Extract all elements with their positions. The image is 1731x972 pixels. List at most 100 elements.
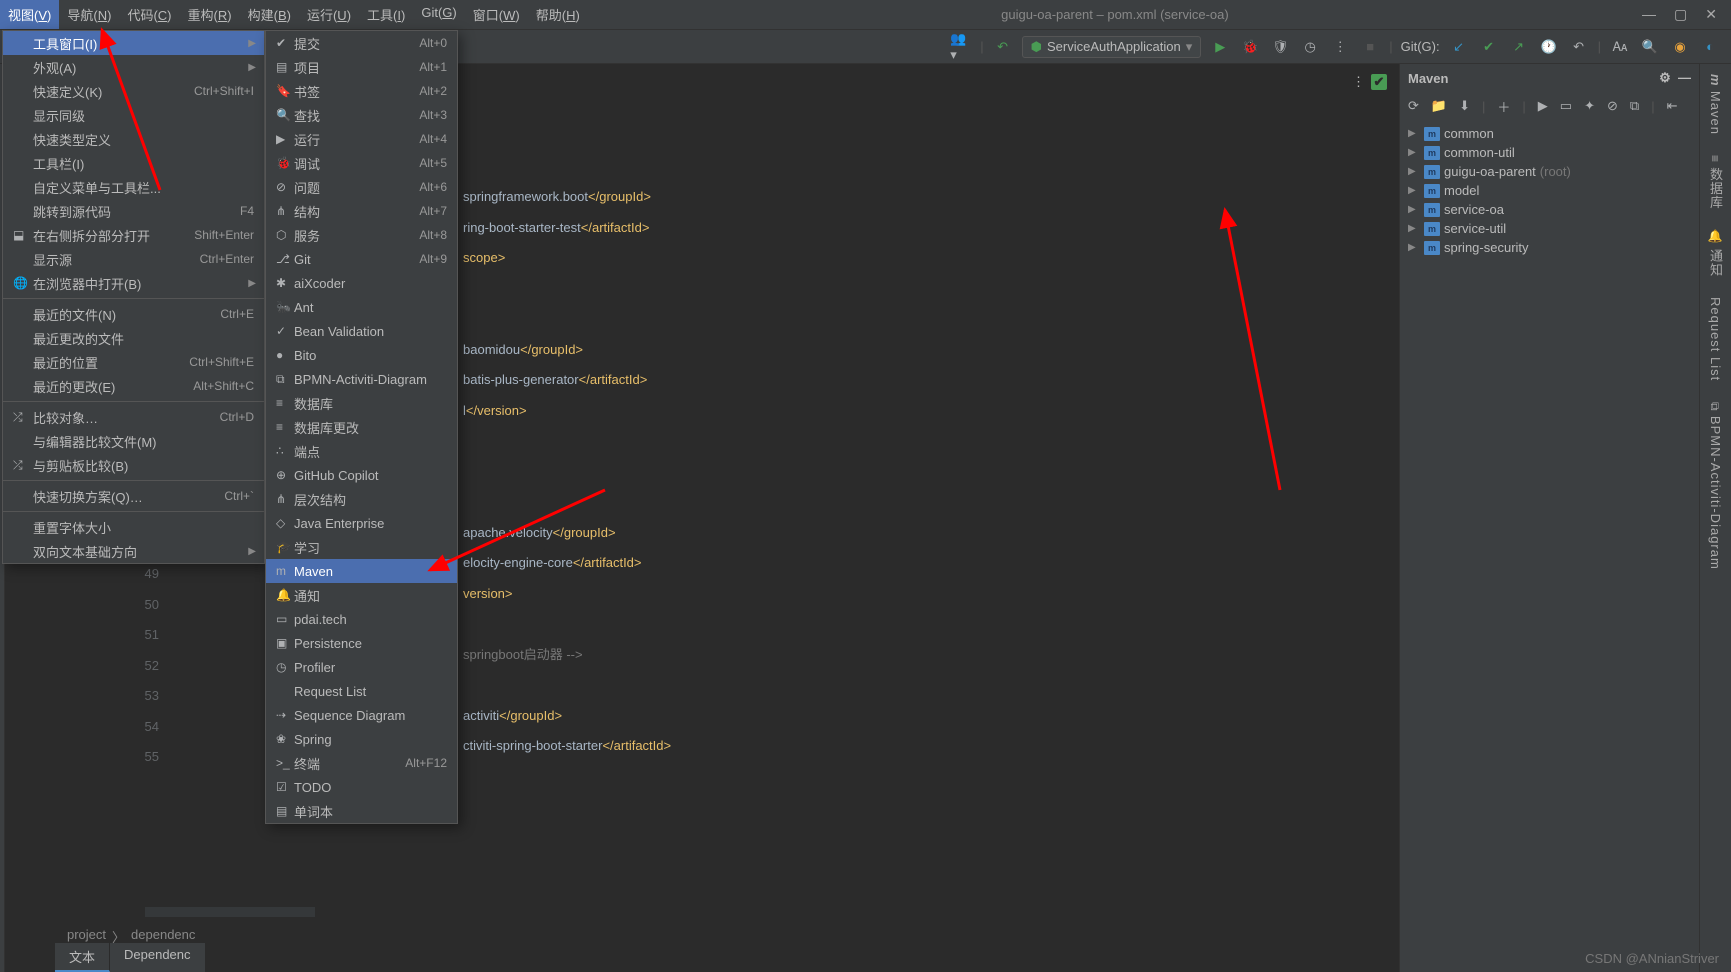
menu-item[interactable]: ⇢Sequence Diagram	[266, 703, 457, 727]
menu-item[interactable]: 快速定义(K)Ctrl+Shift+I	[3, 79, 264, 103]
menu-item[interactable]: 运行(U)	[299, 0, 359, 29]
menu-item[interactable]: Request List	[266, 679, 457, 703]
generate-icon[interactable]: 📁	[1431, 98, 1447, 114]
hide-icon[interactable]: —	[1678, 70, 1691, 85]
menu-item[interactable]: ☑TODO	[266, 775, 457, 799]
menu-item[interactable]: 快速切换方案(Q)…Ctrl+`	[3, 484, 264, 508]
menu-item[interactable]: 🐞调试Alt+5	[266, 151, 457, 175]
run-config-dropdown[interactable]: ⬢ ServiceAuthApplication ▾	[1022, 36, 1202, 58]
menu-item[interactable]: ◷Profiler	[266, 655, 457, 679]
menu-item[interactable]: ⧉BPMN-Activiti-Diagram	[266, 367, 457, 391]
maven-module[interactable]: ▶mservice-oa	[1400, 200, 1699, 219]
close-icon[interactable]: ✕	[1705, 6, 1717, 23]
menu-item[interactable]: 最近的文件(N)Ctrl+E	[3, 302, 264, 326]
menu-item[interactable]: ▤项目Alt+1	[266, 55, 457, 79]
menu-item[interactable]: 与编辑器比较文件(M)	[3, 429, 264, 453]
menu-item[interactable]: Git(G)	[413, 0, 464, 29]
menu-item[interactable]: ⊕GitHub Copilot	[266, 463, 457, 487]
menu-item[interactable]: ⋔结构Alt+7	[266, 199, 457, 223]
menu-item[interactable]: >_终端Alt+F12	[266, 751, 457, 775]
menu-item[interactable]: 代码(C)	[119, 0, 179, 29]
menu-item[interactable]: 🌐在浏览器中打开(B)▶	[3, 271, 264, 295]
h-scrollbar[interactable]	[145, 907, 315, 917]
show-deps-icon[interactable]: ⧉	[1630, 98, 1639, 114]
menu-item[interactable]: ❀Spring	[266, 727, 457, 751]
copilot-icon[interactable]: ◉	[1669, 36, 1691, 58]
menu-item[interactable]: ⎇GitAlt+9	[266, 247, 457, 271]
menu-item[interactable]: ⊘问题Alt+6	[266, 175, 457, 199]
tab-text[interactable]: 文本	[55, 943, 110, 972]
stop-icon[interactable]: ■	[1359, 36, 1381, 58]
menu-item[interactable]: ≡数据库	[266, 391, 457, 415]
maven-module[interactable]: ▶mmodel	[1400, 181, 1699, 200]
push-icon[interactable]: ↗	[1508, 36, 1530, 58]
skip-tests-icon[interactable]: ⊘	[1607, 98, 1618, 114]
coverage-icon[interactable]: 🛡	[1269, 36, 1291, 58]
menu-item[interactable]: 工具栏(I)	[3, 151, 264, 175]
inspection-widget[interactable]: ⋮ ✔	[1352, 74, 1387, 90]
right-tab-requestlist[interactable]: Request List	[1708, 297, 1723, 381]
menu-item[interactable]: ✔提交Alt+0	[266, 31, 457, 55]
maven-module[interactable]: ▶mservice-util	[1400, 219, 1699, 238]
avatar-icon[interactable]: ◐	[1699, 36, 1721, 58]
dots-icon[interactable]: ⋮	[1329, 36, 1351, 58]
right-tab-notification[interactable]: 🔔 通知	[1706, 229, 1725, 277]
maven-module[interactable]: ▶mcommon-util	[1400, 143, 1699, 162]
menu-item[interactable]: ✱aiXcoder	[266, 271, 457, 295]
menu-item[interactable]: 跳转到源代码F4	[3, 199, 264, 223]
back-arrow-icon[interactable]: ↶	[992, 36, 1014, 58]
menu-item[interactable]: ◇Java Enterprise	[266, 511, 457, 535]
menu-item[interactable]: 自定义菜单与工具栏...	[3, 175, 264, 199]
maximize-icon[interactable]: ▢	[1674, 6, 1687, 23]
menu-item[interactable]: ⋔层次结构	[266, 487, 457, 511]
menu-item[interactable]: 🎓学习	[266, 535, 457, 559]
menu-item[interactable]: ▭pdai.tech	[266, 607, 457, 631]
menu-item[interactable]: 视图(V)	[0, 0, 59, 29]
menu-item[interactable]: ●Bito	[266, 343, 457, 367]
tab-dependencies[interactable]: Dependenc	[110, 943, 206, 972]
menu-item[interactable]: 🔍查找Alt+3	[266, 103, 457, 127]
maven-module[interactable]: ▶mcommon	[1400, 124, 1699, 143]
menu-item[interactable]: ⤮比较对象…Ctrl+D	[3, 405, 264, 429]
update-icon[interactable]: ↙	[1448, 36, 1470, 58]
menu-item[interactable]: ▣Persistence	[266, 631, 457, 655]
execute-icon[interactable]: ▭	[1560, 98, 1572, 114]
menu-item[interactable]: ▤单词本	[266, 799, 457, 823]
right-tab-maven[interactable]: m Maven	[1708, 74, 1723, 135]
menu-item[interactable]: 显示源Ctrl+Enter	[3, 247, 264, 271]
collapse-icon[interactable]: ⇤	[1667, 98, 1678, 114]
search-icon[interactable]: 🔍	[1639, 36, 1661, 58]
menu-item[interactable]: ∴端点	[266, 439, 457, 463]
menu-item[interactable]: 帮助(H)	[528, 0, 588, 29]
download-icon[interactable]: ⬇	[1459, 98, 1470, 114]
menu-item[interactable]: ⤮与剪贴板比较(B)	[3, 453, 264, 477]
minimize-icon[interactable]: —	[1642, 6, 1656, 23]
maven-module[interactable]: ▶mspring-security	[1400, 238, 1699, 257]
menu-item[interactable]: 导航(N)	[59, 0, 119, 29]
menu-item[interactable]: 双向文本基础方向▶	[3, 539, 264, 563]
menu-item[interactable]: 🔖书签Alt+2	[266, 79, 457, 103]
menu-item[interactable]: 窗口(W)	[465, 0, 528, 29]
code-content[interactable]: springframework.boot</groupId>ring-boot-…	[463, 182, 671, 762]
revert-icon[interactable]: ↶	[1568, 36, 1590, 58]
commit-icon[interactable]: ✔	[1478, 36, 1500, 58]
menu-item[interactable]: 工具(I)	[359, 0, 413, 29]
gear-icon[interactable]: ⚙	[1659, 70, 1671, 85]
toggle-offline-icon[interactable]: ✦	[1584, 98, 1595, 114]
menu-item[interactable]: 构建(B)	[240, 0, 299, 29]
menu-item[interactable]: 最近的位置Ctrl+Shift+E	[3, 350, 264, 374]
history-icon[interactable]: 🕐	[1538, 36, 1560, 58]
menu-item[interactable]: 重置字体大小	[3, 515, 264, 539]
menu-item[interactable]: 外观(A)▶	[3, 55, 264, 79]
menu-item[interactable]: ⬡服务Alt+8	[266, 223, 457, 247]
debug-icon[interactable]: 🐞	[1239, 36, 1261, 58]
menu-item[interactable]: ⬓在右侧拆分部分打开Shift+Enter	[3, 223, 264, 247]
menu-item[interactable]: 最近的更改(E)Alt+Shift+C	[3, 374, 264, 398]
maven-module[interactable]: ▶mguigu-oa-parent (root)	[1400, 162, 1699, 181]
menu-item[interactable]: 工具窗口(I)▶	[3, 31, 264, 55]
profile-icon[interactable]: ◷	[1299, 36, 1321, 58]
add-icon[interactable]: ＋	[1497, 97, 1510, 116]
menu-item[interactable]: 显示同级	[3, 103, 264, 127]
menu-item[interactable]: 🔔通知	[266, 583, 457, 607]
menu-item[interactable]: 重构(R)	[180, 0, 240, 29]
